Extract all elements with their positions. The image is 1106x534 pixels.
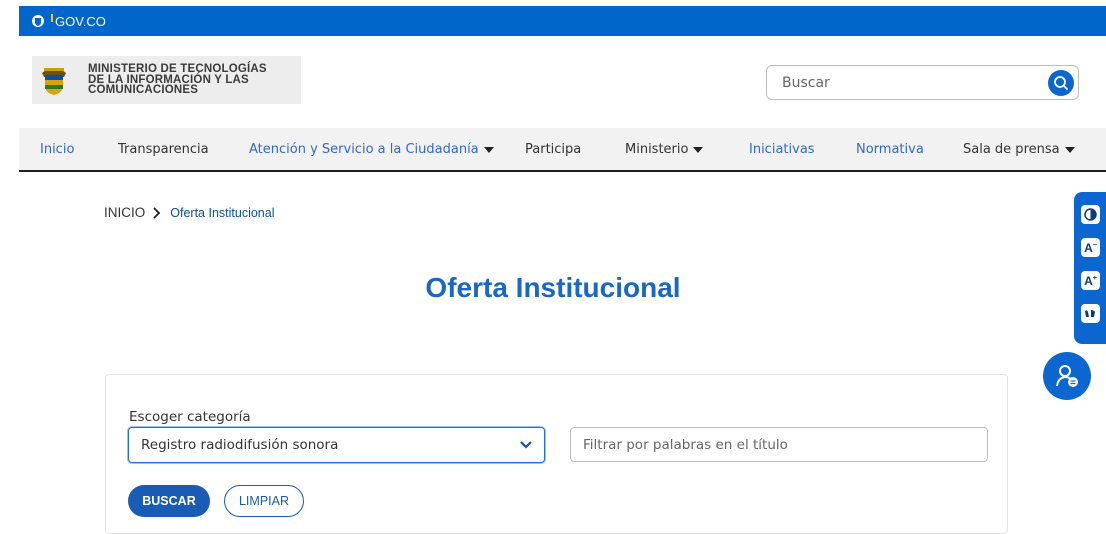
- nav-item-sala-de-prensa[interactable]: Sala de prensa: [963, 142, 1075, 157]
- govco-text: GOV.CO: [55, 13, 106, 29]
- keyword-filter: [570, 427, 988, 462]
- sign-language-icon: [1085, 310, 1095, 317]
- increase-font-icon: A+: [1084, 273, 1097, 288]
- nav-item-transparencia[interactable]: Transparencia: [118, 142, 209, 157]
- nav-item-ministerio-label: Ministerio: [625, 142, 689, 157]
- contrast-button[interactable]: [1081, 205, 1100, 224]
- site-header: MINISTERIO DE TECNOLOGÍAS DE LA INFORMAC…: [19, 36, 1106, 128]
- accessibility-assistant-button[interactable]: [1043, 352, 1091, 400]
- clear-filters-button[interactable]: LIMPIAR: [224, 485, 304, 517]
- breadcrumb-home[interactable]: INICIO: [104, 205, 145, 220]
- caret-down-icon: [1064, 146, 1075, 153]
- caret-down-icon: [693, 146, 704, 153]
- breadcrumb-current: Oferta Institucional: [170, 205, 275, 220]
- nav-item-inicio[interactable]: Inicio: [40, 142, 74, 157]
- nav-item-sala-label: Sala de prensa: [963, 142, 1060, 157]
- contrast-icon: [1084, 208, 1097, 221]
- decrease-font-button[interactable]: A−: [1081, 238, 1100, 257]
- nav-item-normativa[interactable]: Normativa: [856, 142, 924, 157]
- keyword-filter-input[interactable]: [571, 436, 971, 453]
- site-search: [766, 65, 1079, 100]
- filter-card: Escoger categoría Registro radiodifusión…: [105, 374, 1008, 534]
- ministry-name: MINISTERIO DE TECNOLOGÍAS DE LA INFORMAC…: [88, 64, 267, 96]
- govco-bar: GOV.CO: [19, 6, 1106, 36]
- govco-logo[interactable]: GOV.CO: [31, 14, 106, 29]
- breadcrumb: INICIO Oferta Institucional: [104, 205, 274, 220]
- main-nav: Inicio Transparencia Atención y Servicio…: [19, 128, 1106, 172]
- ministry-name-line-3: COMUNICACIONES: [88, 84, 199, 97]
- chevron-down-icon: [520, 441, 532, 449]
- mintic-logo[interactable]: MINISTERIO DE TECNOLOGÍAS DE LA INFORMAC…: [32, 56, 301, 104]
- accessibility-assistant-icon: [1056, 365, 1078, 387]
- page-title: Oferta Institucional: [425, 272, 681, 303]
- search-button[interactable]: [1048, 70, 1074, 96]
- category-selected-value: Registro radiodifusión sonora: [141, 437, 339, 453]
- chevron-right-icon: [153, 206, 161, 219]
- nav-item-ministerio[interactable]: Ministerio: [625, 142, 704, 157]
- search-icon: [1054, 76, 1068, 90]
- nav-item-iniciativas[interactable]: Iniciativas: [749, 142, 815, 157]
- coat-of-arms-icon: [32, 56, 76, 104]
- decrease-font-letter: A: [1084, 240, 1093, 255]
- accessibility-bar: A− A+: [1074, 192, 1106, 344]
- caret-down-icon: [483, 146, 494, 153]
- nav-item-participa[interactable]: Participa: [525, 142, 581, 157]
- nav-item-atencion-label: Atención y Servicio a la Ciudadanía: [249, 142, 479, 157]
- category-select[interactable]: Registro radiodifusión sonora: [128, 427, 545, 463]
- colombia-shield-icon: [32, 15, 44, 27]
- increase-font-button[interactable]: A+: [1081, 271, 1100, 290]
- nav-item-atencion[interactable]: Atención y Servicio a la Ciudadanía: [249, 142, 494, 157]
- decrease-font-icon: A−: [1084, 240, 1097, 255]
- govco-separator: [51, 14, 53, 22]
- search-submit-button[interactable]: BUSCAR: [128, 485, 210, 517]
- search-input[interactable]: [767, 74, 1037, 91]
- category-label: Escoger categoría: [129, 409, 251, 425]
- sign-language-button[interactable]: [1081, 304, 1100, 323]
- increase-font-letter: A: [1084, 273, 1093, 288]
